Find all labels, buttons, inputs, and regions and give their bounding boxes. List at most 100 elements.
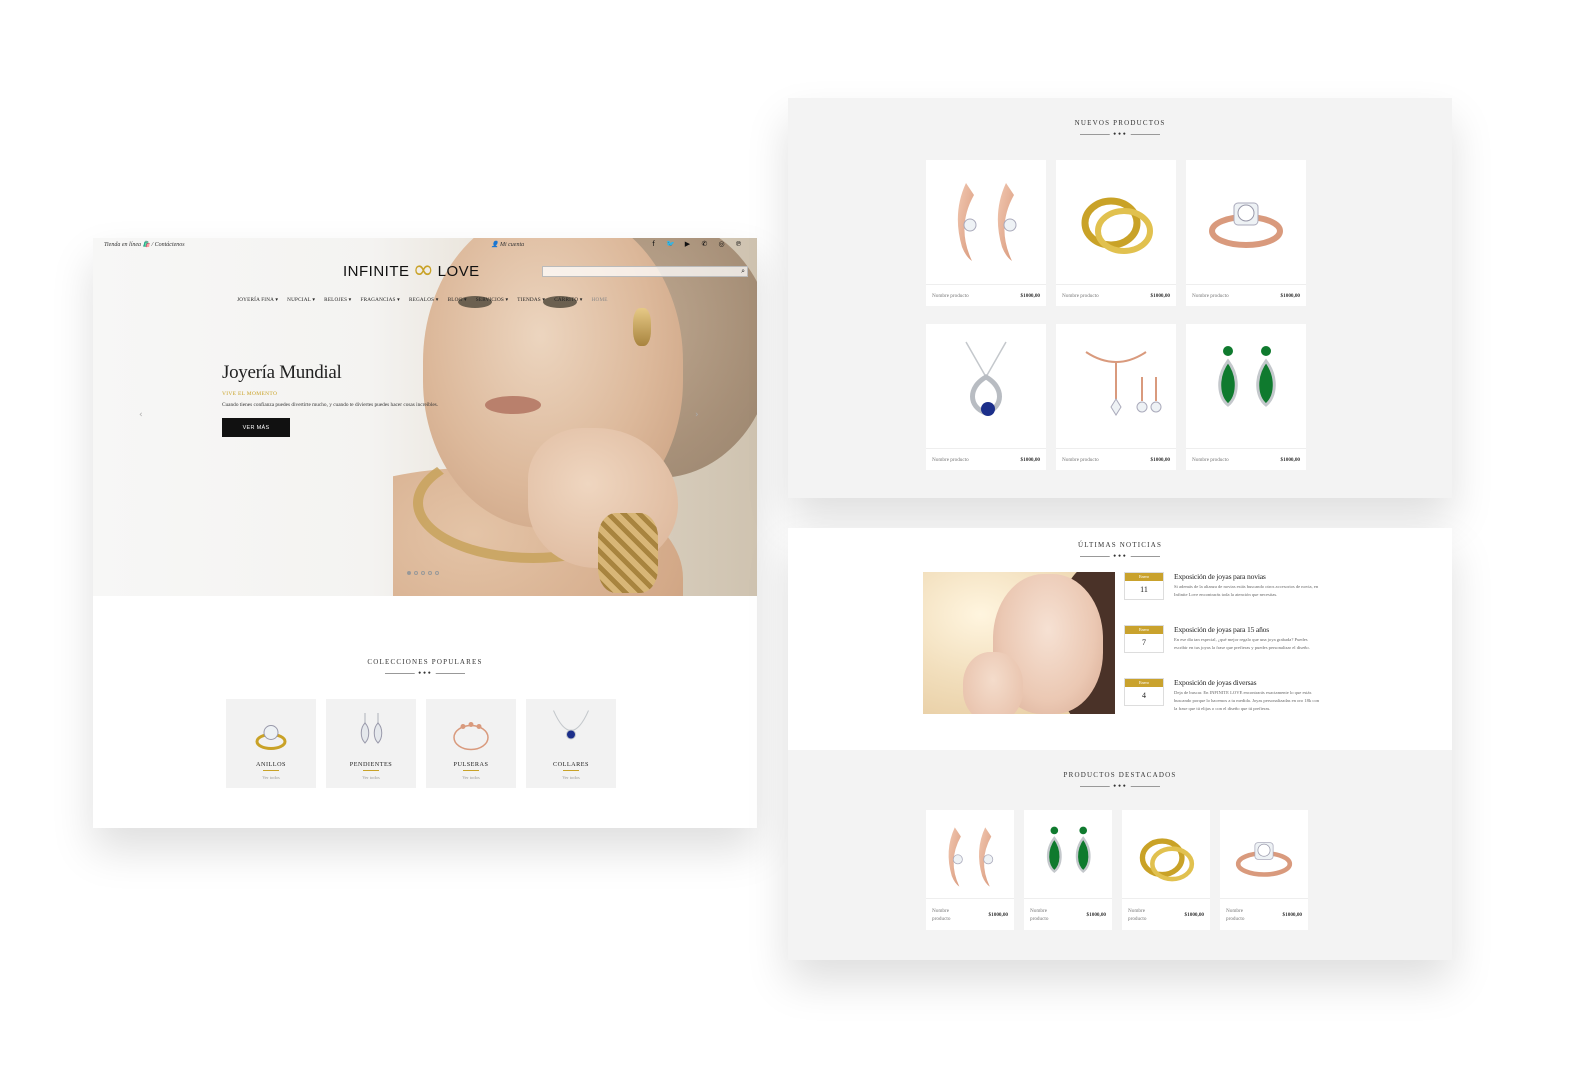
product-price: $1000,00 — [1020, 456, 1040, 463]
news-excerpt: En ese día tan especial, ¿qué mejor rega… — [1174, 637, 1310, 650]
news-item[interactable]: Enero 7 Exposición de joyas para 15 años… — [1124, 625, 1324, 675]
news-ornament: ••• — [1080, 553, 1160, 560]
product-image — [1066, 332, 1166, 432]
nav-item[interactable]: RELOJES ▾ — [324, 297, 351, 303]
news-featured-mockup: ÚLTIMAS NOTICIAS ••• Enero 11 Exposición… — [788, 528, 1452, 960]
news-item[interactable]: Enero 4 Exposición de joyas diversas Dej… — [1124, 678, 1324, 728]
nav-item[interactable]: FRAGANCIAS ▾ — [360, 297, 399, 303]
featured-title: PRODUCTOS DESTACADOS — [1063, 771, 1177, 779]
nav-item[interactable]: BLOG ▾ — [448, 297, 467, 303]
view-all-link[interactable]: Ver todos — [426, 775, 516, 780]
hero-subtitle: VIVE EL MOMENTO — [222, 391, 278, 397]
product-card[interactable]: Nombre producto $1000,00 — [926, 810, 1014, 930]
search-input[interactable]: ⌕ — [542, 266, 748, 277]
product-name: Nombre producto — [1192, 292, 1229, 299]
featured-section: PRODUCTOS DESTACADOS ••• Nombre producto… — [788, 750, 1452, 960]
logo-text-left: INFINITE — [343, 262, 410, 280]
news-title[interactable]: Exposición de joyas para novias — [1174, 572, 1266, 581]
news-month: Enero — [1125, 679, 1163, 687]
twitter-icon[interactable]: 🐦 — [666, 240, 675, 248]
product-price: $1000,00 — [1280, 292, 1300, 299]
slider-dot[interactable] — [428, 571, 432, 575]
nav-item[interactable]: REGALOS ▾ — [409, 297, 439, 303]
product-card[interactable]: Nombre producto $1000,00 — [1122, 810, 1210, 930]
nav-item[interactable]: SERVICIOS ▾ — [476, 297, 509, 303]
nav-item[interactable]: JOYERÍA FINA ▾ — [237, 297, 278, 303]
product-price: $1000,00 — [1150, 456, 1170, 463]
collection-image — [346, 707, 396, 759]
slider-dot[interactable] — [414, 571, 418, 575]
product-card[interactable]: Nombre producto $1000,00 — [1056, 160, 1176, 306]
view-all-link[interactable]: Ver todos — [526, 775, 616, 780]
news-day: 11 — [1140, 585, 1148, 594]
collection-card[interactable]: ANILLOS Ver todos — [226, 699, 316, 788]
news-title[interactable]: Exposición de joyas diversas — [1174, 678, 1257, 687]
slider-dot[interactable] — [407, 571, 411, 575]
product-price: $1000,00 — [1086, 911, 1106, 918]
social-links: f 🐦 ▶ ✆ ◎ ℗ — [649, 240, 743, 248]
search-icon[interactable]: ⌕ — [741, 267, 745, 276]
slider-dots — [407, 571, 439, 575]
news-item[interactable]: Enero 11 Exposición de joyas para novias… — [1124, 572, 1324, 622]
see-more-button[interactable]: VER MÁS — [222, 418, 290, 437]
collection-name: PENDIENTES — [349, 761, 393, 768]
news-title[interactable]: Exposición de joyas para 15 años — [1174, 625, 1269, 634]
product-image — [1128, 818, 1204, 890]
news-title: ÚLTIMAS NOTICIAS — [1077, 541, 1163, 549]
product-card[interactable]: Nombre producto $1000,00 — [926, 160, 1046, 306]
product-name: Nombre producto — [1128, 907, 1147, 922]
product-name: Nombre producto — [1062, 292, 1099, 299]
homepage-mockup: Tienda en línea 🛍️ / Contáctenos 👤 Mi cu… — [93, 238, 757, 828]
collection-card[interactable]: PENDIENTES Ver todos — [326, 699, 416, 788]
collection-name: COLLARES — [553, 761, 589, 768]
collection-name: ANILLOS — [256, 761, 286, 768]
news-excerpt: Si además de la alianza de novias estás … — [1174, 584, 1319, 597]
product-name: Nombre producto — [1030, 907, 1049, 922]
slider-next-icon[interactable]: › — [695, 410, 699, 420]
collections-ornament: ••• — [385, 670, 465, 677]
store-contact-link[interactable]: Tienda en línea 🛍️ / Contáctenos — [104, 241, 185, 248]
collection-card[interactable]: PULSERAS Ver todos — [426, 699, 516, 788]
product-card[interactable]: Nombre producto $1000,00 — [1056, 324, 1176, 470]
product-name: Nombre producto — [1192, 456, 1229, 463]
collection-image — [246, 707, 296, 759]
product-card[interactable]: Nombre producto $1000,00 — [1024, 810, 1112, 930]
pinterest-icon[interactable]: ℗ — [734, 240, 743, 248]
hero-description: Cuando tienes confianza puedes divertirt… — [222, 402, 439, 408]
collection-image — [446, 707, 496, 759]
view-all-link[interactable]: Ver todos — [226, 775, 316, 780]
whatsapp-icon[interactable]: ✆ — [700, 240, 709, 248]
featured-grid: Nombre producto $1000,00 Nombre producto $… — [926, 810, 1308, 930]
nav-item[interactable]: CARRITO ▾ — [554, 297, 582, 303]
product-image — [1066, 168, 1166, 268]
site-logo[interactable]: INFINITE ∞ LOVE — [343, 257, 480, 284]
facebook-icon[interactable]: f — [649, 240, 658, 248]
product-price: $1000,00 — [1150, 292, 1170, 299]
news-day: 4 — [1142, 691, 1146, 700]
nav-item[interactable]: NUPCIAL ▾ — [287, 297, 315, 303]
slider-dot[interactable] — [435, 571, 439, 575]
nav-item[interactable]: HOME — [592, 297, 608, 303]
news-month: Enero — [1125, 626, 1163, 634]
new-products-title: NUEVOS PRODUCTOS — [1074, 119, 1166, 127]
youtube-icon[interactable]: ▶ — [683, 240, 692, 248]
main-nav: JOYERÍA FINA ▾ NUPCIAL ▾ RELOJES ▾ FRAGANCI… — [237, 297, 608, 303]
product-card[interactable]: Nombre producto $1000,00 — [1186, 160, 1306, 306]
news-image — [923, 572, 1115, 714]
collection-card[interactable]: COLLARES Ver todos — [526, 699, 616, 788]
news-date: Enero 4 — [1124, 678, 1164, 706]
slider-dot[interactable] — [421, 571, 425, 575]
slider-prev-icon[interactable]: ‹ — [139, 410, 143, 420]
view-all-link[interactable]: Ver todos — [326, 775, 416, 780]
product-card[interactable]: Nombre producto $1000,00 — [1186, 324, 1306, 470]
news-date: Enero 11 — [1124, 572, 1164, 600]
instagram-icon[interactable]: ◎ — [717, 240, 726, 248]
product-image — [1226, 818, 1302, 890]
nav-item[interactable]: TIENDAS ▾ — [517, 297, 545, 303]
hero-content: Joyería Mundial VIVE EL MOMENTO Cuando t… — [222, 362, 482, 437]
hero-title: Joyería Mundial — [222, 362, 342, 383]
product-card[interactable]: Nombre producto $1000,00 — [926, 324, 1046, 470]
collection-image — [546, 707, 596, 759]
my-account-link[interactable]: 👤 Mi cuenta — [491, 241, 524, 248]
product-card[interactable]: Nombre producto $1000,00 — [1220, 810, 1308, 930]
